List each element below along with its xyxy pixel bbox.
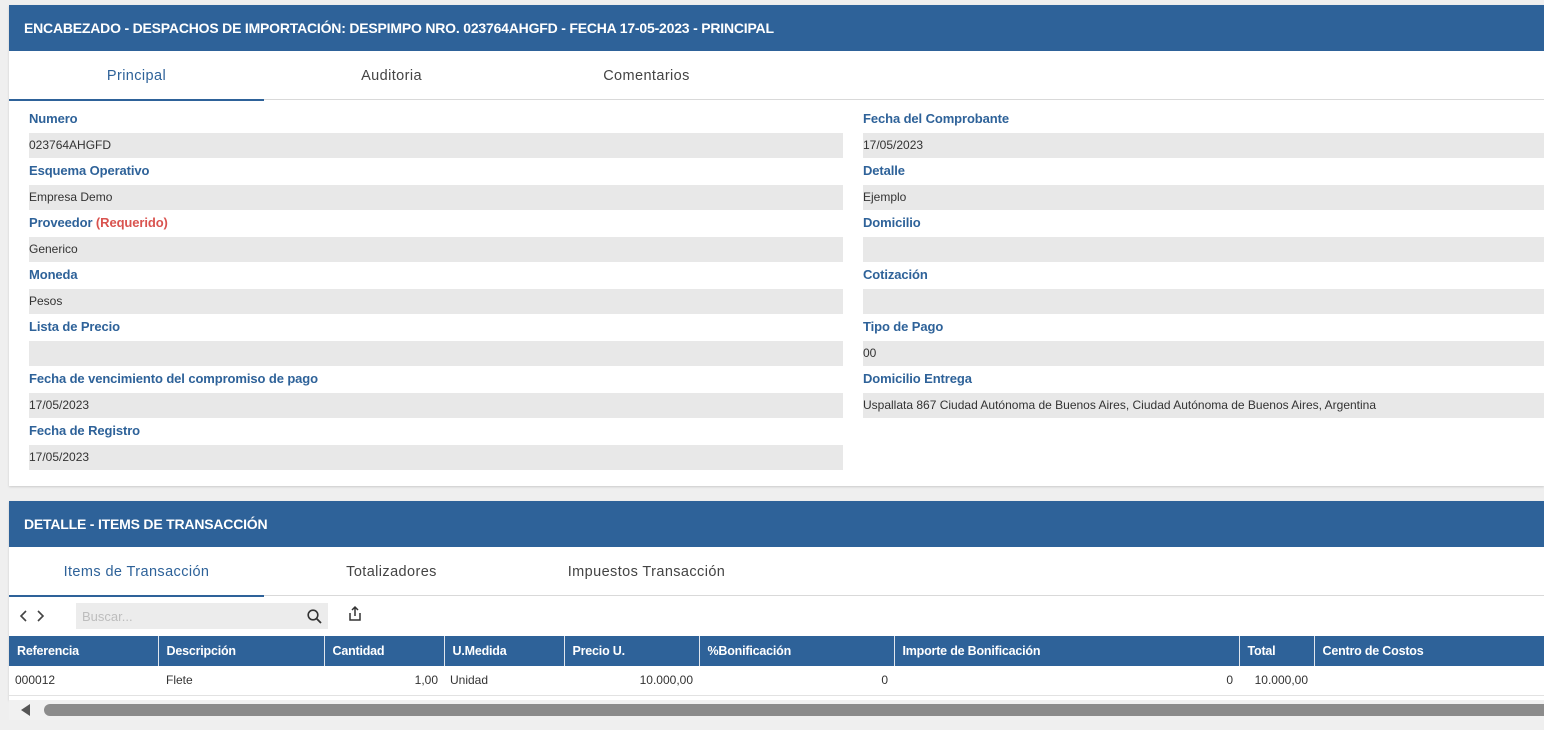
field-label: Tipo de Pago: [863, 319, 944, 334]
column-header[interactable]: Precio U.: [564, 636, 700, 666]
esquema-operativo-value[interactable]: Empresa Demo: [29, 185, 843, 210]
cell-centro-costos[interactable]: [1314, 666, 1544, 696]
field-tipo-de-pago: Tipo de Pago 00: [863, 318, 1544, 366]
field-cotizacion: Cotización: [863, 266, 1544, 314]
column-header[interactable]: Descripción: [158, 636, 325, 666]
field-label: Detalle: [863, 163, 905, 178]
column-header[interactable]: Cantidad: [324, 636, 445, 666]
proveedor-label: Proveedor: [29, 215, 93, 230]
field-numero: Numero 023764AHGFD: [29, 110, 843, 158]
column-header[interactable]: Centro de Costos: [1314, 636, 1544, 666]
field-label: Domicilio: [863, 215, 921, 230]
field-domicilio-entrega: Domicilio Entrega Uspallata 867 Ciudad A…: [863, 370, 1544, 418]
domicilio-value[interactable]: [863, 237, 1544, 262]
numero-value[interactable]: 023764AHGFD: [29, 133, 843, 158]
field-fecha-registro: Fecha de Registro 17/05/2023: [29, 422, 843, 470]
field-label: Fecha del Comprobante: [863, 111, 1009, 126]
cell-importe-bonificacion[interactable]: 0: [894, 666, 1239, 696]
table-header-row: Referencia Descripción Cantidad U.Medida…: [9, 636, 1544, 666]
fecha-registro-value[interactable]: 17/05/2023: [29, 445, 843, 470]
cell-total[interactable]: 10.000,00: [1239, 666, 1314, 696]
field-fecha-comprobante: Fecha del Comprobante 17/05/2023: [863, 110, 1544, 158]
field-moneda: Moneda Pesos: [29, 266, 843, 314]
column-header[interactable]: %Bonificación: [699, 636, 895, 666]
fecha-vencimiento-value[interactable]: 17/05/2023: [29, 393, 843, 418]
tab-items-transaccion[interactable]: Items de Transacción: [9, 547, 264, 597]
lista-de-precio-value[interactable]: [29, 341, 843, 366]
column-header[interactable]: Importe de Bonificación: [894, 636, 1240, 666]
cell-descripcion[interactable]: Flete: [158, 666, 324, 696]
field-label: Cotización: [863, 267, 928, 282]
field-detalle: Detalle Ejemplo: [863, 162, 1544, 210]
detail-panel-title: DETALLE - ITEMS DE TRANSACCIÓN: [9, 501, 1544, 547]
cotizacion-value[interactable]: [863, 289, 1544, 314]
items-table: Referencia Descripción Cantidad U.Medida…: [9, 636, 1544, 696]
field-label: Numero: [29, 111, 78, 126]
search-icon[interactable]: [306, 608, 324, 626]
tab-principal[interactable]: Principal: [9, 51, 264, 101]
field-label: Fecha de vencimiento del compromiso de p…: [29, 371, 318, 386]
header-tabs: Principal Auditoria Comentarios: [9, 51, 1544, 101]
detail-panel: DETALLE - ITEMS DE TRANSACCIÓN Items de …: [9, 501, 1544, 700]
field-label: Moneda: [29, 267, 78, 282]
field-label: Proveedor (Requerido): [29, 214, 843, 237]
cell-precio-unitario[interactable]: 10.000,00: [564, 666, 699, 696]
search-input[interactable]: [76, 603, 328, 629]
column-header[interactable]: Referencia: [9, 636, 159, 666]
fecha-comprobante-value[interactable]: 17/05/2023: [863, 133, 1544, 158]
field-label: Domicilio Entrega: [863, 371, 972, 386]
field-esquema-operativo: Esquema Operativo Empresa Demo: [29, 162, 843, 210]
detalle-value[interactable]: Ejemplo: [863, 185, 1544, 210]
cell-unidad-medida[interactable]: Unidad: [444, 666, 564, 696]
scroll-left-icon[interactable]: [21, 704, 30, 716]
field-label: Fecha de Registro: [29, 423, 140, 438]
grid-toolbar: [9, 596, 1544, 636]
header-panel: ENCABEZADO - DESPACHOS DE IMPORTACIÓN: D…: [9, 5, 1544, 486]
cell-bonificacion[interactable]: 0: [699, 666, 894, 696]
horizontal-scrollbar[interactable]: [9, 700, 1544, 720]
domicilio-entrega-value[interactable]: Uspallata 867 Ciudad Autónoma de Buenos …: [863, 393, 1544, 418]
proveedor-value[interactable]: Generico: [29, 237, 843, 262]
moneda-value[interactable]: Pesos: [29, 289, 843, 314]
tipo-de-pago-value[interactable]: 00: [863, 341, 1544, 366]
cell-referencia[interactable]: 000012: [9, 666, 158, 696]
field-label: Lista de Precio: [29, 319, 120, 334]
header-form: Numero 023764AHGFD Esquema Operativo Emp…: [9, 100, 1544, 486]
field-domicilio: Domicilio: [863, 214, 1544, 262]
header-panel-title: ENCABEZADO - DESPACHOS DE IMPORTACIÓN: D…: [9, 5, 1544, 51]
tab-totalizadores[interactable]: Totalizadores: [264, 547, 519, 596]
export-icon[interactable]: [346, 605, 364, 623]
table-row[interactable]: 000012 Flete 1,00 Unidad 10.000,00 0 0 1…: [9, 666, 1544, 696]
tab-auditoria[interactable]: Auditoria: [264, 51, 519, 100]
field-fecha-vencimiento: Fecha de vencimiento del compromiso de p…: [29, 370, 843, 418]
tab-comentarios[interactable]: Comentarios: [519, 51, 774, 100]
scrollbar-thumb[interactable]: [44, 704, 1544, 716]
field-label: Esquema Operativo: [29, 163, 150, 178]
tab-impuestos-transaccion[interactable]: Impuestos Transacción: [519, 547, 774, 596]
cell-cantidad[interactable]: 1,00: [324, 666, 444, 696]
chevron-right-icon[interactable]: [35, 609, 45, 623]
chevron-left-icon[interactable]: [19, 609, 29, 623]
field-proveedor: Proveedor (Requerido) Generico: [29, 214, 843, 262]
column-header[interactable]: U.Medida: [444, 636, 565, 666]
column-header[interactable]: Total: [1239, 636, 1315, 666]
required-label: (Requerido): [95, 215, 168, 230]
detail-tabs: Items de Transacción Totalizadores Impue…: [9, 547, 1544, 597]
field-lista-de-precio: Lista de Precio: [29, 318, 843, 366]
